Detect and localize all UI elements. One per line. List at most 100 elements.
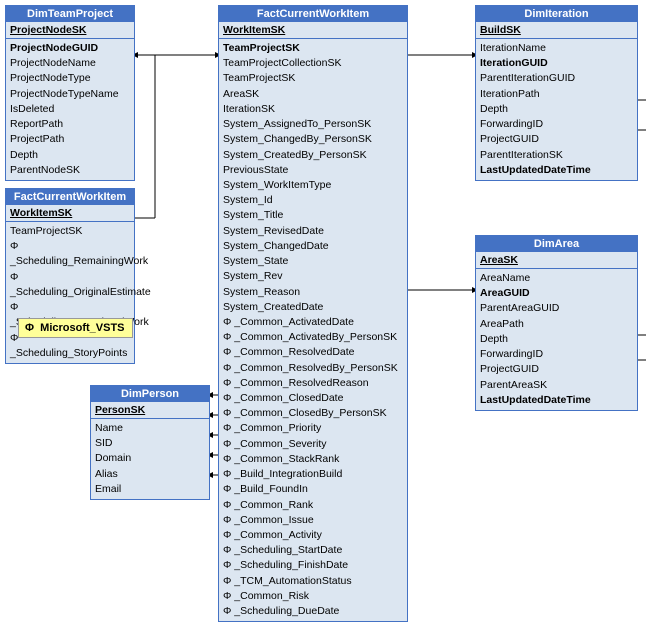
note-text: Microsoft_VSTS xyxy=(40,322,124,334)
dimiteration-header: DimIteration xyxy=(476,6,637,22)
diagram-container: DimTeamProject ProjectNodeSK ProjectNode… xyxy=(0,0,646,540)
field-m-reason: System_Reason xyxy=(223,285,403,300)
field-scheduling-original: Φ _Scheduling_OriginalEstimate xyxy=(10,270,130,300)
field-reportpath: ReportPath xyxy=(10,117,130,132)
field-i-parentiterationguid: ParentIterationGUID xyxy=(480,71,633,86)
field-sid: SID xyxy=(95,436,205,451)
field-alias: Alias xyxy=(95,467,205,482)
field-projectnodename: ProjectNodeName xyxy=(10,56,130,71)
field-m-stackrank: Φ _Common_StackRank xyxy=(223,452,403,467)
field-m-risk: Φ _Common_Risk xyxy=(223,589,403,604)
field-projectnodetypename: ProjectNodeTypeName xyxy=(10,87,130,102)
dimarea-header: DimArea xyxy=(476,236,637,252)
dimteamproject-fields: ProjectNodeGUID ProjectNodeName ProjectN… xyxy=(6,39,134,180)
field-m-startdate: Φ _Scheduling_StartDate xyxy=(223,543,403,558)
dimteamproject-entity: DimTeamProject ProjectNodeSK ProjectNode… xyxy=(5,5,135,181)
dimarea-pk: AreaSK xyxy=(476,252,637,269)
field-a-parentareask: ParentAreaSK xyxy=(480,378,633,393)
field-m-activity: Φ _Common_Activity xyxy=(223,528,403,543)
field-a-areapath: AreaPath xyxy=(480,317,633,332)
field-i-iterationpath: IterationPath xyxy=(480,87,633,102)
field-parentnodesk: ParentNodeSK xyxy=(10,163,130,178)
field-m-createddate: System_CreatedDate xyxy=(223,300,403,315)
field-projectnodetype: ProjectNodeType xyxy=(10,71,130,86)
field-m-severity: Φ _Common_Severity xyxy=(223,437,403,452)
field-m-finishdate: Φ _Scheduling_FinishDate xyxy=(223,558,403,573)
factcurrentworkitem-main-header: FactCurrentWorkItem xyxy=(219,6,407,22)
field-m-changeddate: System_ChangedDate xyxy=(223,239,403,254)
field-m-resolvedby: Φ _Common_ResolvedBy_PersonSK xyxy=(223,361,403,376)
field-email: Email xyxy=(95,482,205,497)
field-m-reviseddate: System_RevisedDate xyxy=(223,224,403,239)
field-m-assignedto: System_AssignedTo_PersonSK xyxy=(223,117,403,132)
field-m-resolvedreason: Φ _Common_ResolvedReason xyxy=(223,376,403,391)
field-m-duedate: Φ _Scheduling_DueDate xyxy=(223,604,403,619)
dimarea-pk-label: AreaSK xyxy=(480,254,518,266)
field-m-workitemtype: System_WorkItemType xyxy=(223,178,403,193)
factcurrentworkitem-small-pk: WorkItemSK xyxy=(6,205,134,222)
field-i-forwardingid: ForwardingID xyxy=(480,117,633,132)
field-a-forwardingid: ForwardingID xyxy=(480,347,633,362)
dimarea-entity: DimArea AreaSK AreaName AreaGUID ParentA… xyxy=(475,235,638,411)
field-m-teamprojectsk2: TeamProjectSK xyxy=(223,71,403,86)
dimperson-entity: DimPerson PersonSK Name SID Domain Alias… xyxy=(90,385,210,500)
field-i-iterationname: IterationName xyxy=(480,41,633,56)
field-m-activatedby: Φ _Common_ActivatedBy_PersonSK xyxy=(223,330,403,345)
field-a-areaguid: AreaGUID xyxy=(480,286,633,301)
field-a-depth: Depth xyxy=(480,332,633,347)
dimteamproject-pk-label: ProjectNodeSK xyxy=(10,24,86,36)
field-a-areaname: AreaName xyxy=(480,271,633,286)
dimiteration-fields: IterationName IterationGUID ParentIterat… xyxy=(476,39,637,180)
dimiteration-pk-label: BuildSK xyxy=(480,24,521,36)
factcurrentworkitem-main-pk-label: WorkItemSK xyxy=(223,24,285,36)
field-m-activateddate: Φ _Common_ActivatedDate xyxy=(223,315,403,330)
dimteamproject-header: DimTeamProject xyxy=(6,6,134,22)
dimteamproject-pk: ProjectNodeSK xyxy=(6,22,134,39)
field-depth: Depth xyxy=(10,148,130,163)
field-m-teamprojectsk: TeamProjectSK xyxy=(223,41,403,56)
field-m-closeddate: Φ _Common_ClosedDate xyxy=(223,391,403,406)
field-m-resolveddate: Φ _Common_ResolvedDate xyxy=(223,345,403,360)
dimiteration-pk: BuildSK xyxy=(476,22,637,39)
field-m-closedby: Φ _Common_ClosedBy_PersonSK xyxy=(223,406,403,421)
factcurrentworkitem-small-header: FactCurrentWorkItem xyxy=(6,189,134,205)
field-domain: Domain xyxy=(95,451,205,466)
factcurrentworkitem-main-fields: TeamProjectSK TeamProjectCollectionSK Te… xyxy=(219,39,407,621)
field-m-iterationsk: IterationSK xyxy=(223,102,403,117)
field-isdeleted: IsDeleted xyxy=(10,102,130,117)
field-m-issue: Φ _Common_Issue xyxy=(223,513,403,528)
field-m-areask: AreaSK xyxy=(223,87,403,102)
field-m-automationstatus: Φ _TCM_AutomationStatus xyxy=(223,574,403,589)
field-m-state: System_State xyxy=(223,254,403,269)
field-m-changedby: System_ChangedBy_PersonSK xyxy=(223,132,403,147)
dimarea-fields: AreaName AreaGUID ParentAreaGUID AreaPat… xyxy=(476,269,637,410)
field-i-iterationguid: IterationGUID xyxy=(480,56,633,71)
field-i-parentiterationsk: ParentIterationSK xyxy=(480,148,633,163)
field-i-depth: Depth xyxy=(480,102,633,117)
field-scheduling-remaining: Φ _Scheduling_RemainingWork xyxy=(10,239,130,269)
dimiteration-entity: DimIteration BuildSK IterationName Itera… xyxy=(475,5,638,181)
field-a-parentareaguid: ParentAreaGUID xyxy=(480,301,633,316)
field-teamprojectsk-s: TeamProjectSK xyxy=(10,224,130,239)
microsoft-vsts-note: Φ Microsoft_VSTS xyxy=(18,318,133,338)
field-m-priority: Φ _Common_Priority xyxy=(223,421,403,436)
field-name: Name xyxy=(95,421,205,436)
field-m-foundin: Φ _Build_FoundIn xyxy=(223,482,403,497)
field-a-lastupdated: LastUpdatedDateTime xyxy=(480,393,633,408)
field-m-integrationbuild: Φ _Build_IntegrationBuild xyxy=(223,467,403,482)
dimperson-header: DimPerson xyxy=(91,386,209,402)
field-i-lastupdated: LastUpdatedDateTime xyxy=(480,163,633,178)
dimperson-pk-label: PersonSK xyxy=(95,404,145,416)
factcurrentworkitem-main-pk: WorkItemSK xyxy=(219,22,407,39)
dimperson-pk: PersonSK xyxy=(91,402,209,419)
field-projectnodeguid: ProjectNodeGUID xyxy=(10,41,130,56)
field-m-createdby: System_CreatedBy_PersonSK xyxy=(223,148,403,163)
factcurrentworkitem-small-pk-label: WorkItemSK xyxy=(10,207,72,219)
field-projectpath: ProjectPath xyxy=(10,132,130,147)
factcurrentworkitem-main-entity: FactCurrentWorkItem WorkItemSK TeamProje… xyxy=(218,5,408,622)
field-i-projectguid: ProjectGUID xyxy=(480,132,633,147)
dimperson-fields: Name SID Domain Alias Email xyxy=(91,419,209,499)
field-m-previousstate: PreviousState xyxy=(223,163,403,178)
field-m-systemtitle: System_Title xyxy=(223,208,403,223)
field-m-rev: System_Rev xyxy=(223,269,403,284)
